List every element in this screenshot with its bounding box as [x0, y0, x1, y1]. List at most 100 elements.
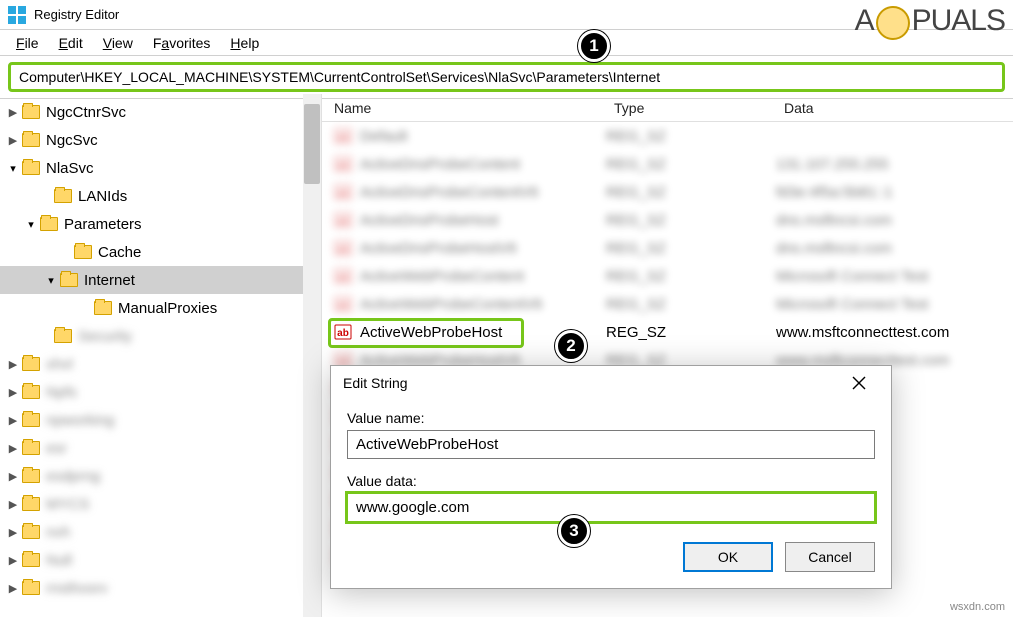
tree-label: MYCS: [46, 496, 89, 513]
chevron-down-icon[interactable]: ▾: [44, 274, 58, 287]
dialog-title-bar[interactable]: Edit String: [331, 366, 891, 400]
svg-text:ab: ab: [337, 300, 349, 311]
folder-icon: [22, 161, 40, 175]
chevron-right-icon[interactable]: ▶: [6, 442, 20, 455]
close-button[interactable]: [839, 368, 879, 398]
tree-item-lanids[interactable]: LANIds: [0, 182, 321, 210]
tree-item-blurred[interactable]: Security: [0, 322, 321, 350]
value-data-label: Value data:: [347, 473, 875, 489]
logo-text: A: [855, 4, 874, 38]
logo-text: PUALS: [912, 4, 1005, 38]
list-row[interactable]: abActiveWebProbeContentREG_SZMicrosoft C…: [322, 262, 1013, 290]
string-value-icon: ab: [334, 267, 352, 285]
chevron-right-icon[interactable]: ▶: [6, 134, 20, 147]
string-value-icon: ab: [334, 211, 352, 229]
tree-item-blurred[interactable]: ▶nvh: [0, 518, 321, 546]
value-type: REG_SZ: [606, 212, 776, 229]
tree-label: esdprng: [46, 468, 100, 485]
list-row[interactable]: abActiveDnsProbeContentREG_SZ131.107.255…: [322, 150, 1013, 178]
tree-label: npworking: [46, 412, 114, 429]
svg-text:ab: ab: [337, 272, 349, 283]
appuals-logo: A PUALS: [855, 4, 1005, 38]
folder-icon: [54, 189, 72, 203]
list-row[interactable]: abActiveDnsProbeHostV6REG_SZdns.msftncsi…: [322, 234, 1013, 262]
tree-label: NgcCtnrSvc: [46, 104, 126, 121]
list-header: Name Type Data: [322, 94, 1013, 122]
menu-edit[interactable]: Edit: [49, 33, 93, 53]
tree-item-blurred[interactable]: ▶ Npfs: [0, 378, 321, 406]
value-data: dns.msftncsi.com: [776, 212, 1013, 229]
tree-label: Cache: [98, 244, 141, 261]
col-header-type[interactable]: Type: [614, 100, 784, 116]
tree-item-blurred[interactable]: ▶Null: [0, 546, 321, 574]
tree-item-blurred[interactable]: ▶ npworking: [0, 406, 321, 434]
tree-item-blurred[interactable]: ▶xhvl: [0, 350, 321, 378]
value-name-input[interactable]: [347, 430, 875, 459]
address-bar[interactable]: Computer\HKEY_LOCAL_MACHINE\SYSTEM\Curre…: [8, 62, 1005, 92]
tree-item-internet[interactable]: ▾Internet: [0, 266, 321, 294]
chevron-right-icon[interactable]: ▶: [6, 498, 20, 511]
list-row[interactable]: abActiveWebProbeContentV6REG_SZMicrosoft…: [322, 290, 1013, 318]
value-data: www.msftconnecttest.com: [776, 324, 1013, 341]
chevron-down-icon[interactable]: ▾: [24, 218, 38, 231]
chevron-right-icon[interactable]: ▶: [6, 582, 20, 595]
ok-button[interactable]: OK: [683, 542, 773, 572]
tree-item-blurred[interactable]: ▶ MYCS: [0, 490, 321, 518]
menu-favorites[interactable]: Favorites: [143, 33, 221, 53]
folder-icon: [22, 413, 40, 427]
chevron-right-icon[interactable]: ▶: [6, 386, 20, 399]
menu-file[interactable]: File: [6, 33, 49, 53]
chevron-right-icon[interactable]: ▶: [6, 526, 20, 539]
value-type: REG_SZ: [606, 324, 776, 341]
chevron-right-icon[interactable]: ▶: [6, 106, 20, 119]
col-header-name[interactable]: Name: [334, 100, 614, 116]
col-header-data[interactable]: Data: [784, 100, 1013, 116]
list-row[interactable]: abDefaultREG_SZ: [322, 122, 1013, 150]
tree-item-cache[interactable]: Cache: [0, 238, 321, 266]
list-row[interactable]: ab ActiveDnsProbeHost REG_SZdns.msftncsi.c…: [322, 206, 1013, 234]
folder-icon: [22, 357, 40, 371]
chevron-right-icon[interactable]: ▶: [6, 470, 20, 483]
tree-scrollbar[interactable]: [303, 94, 321, 617]
tree-item-nlasvc[interactable]: ▾NlaSvc: [0, 154, 321, 182]
menu-view[interactable]: View: [93, 33, 143, 53]
value-data-input[interactable]: [347, 493, 875, 522]
folder-icon: [22, 105, 40, 119]
window-title: Registry Editor: [34, 7, 119, 22]
scrollbar-thumb[interactable]: [304, 104, 320, 184]
callout-badge-2: 2: [555, 330, 587, 362]
chevron-right-icon[interactable]: ▶: [6, 554, 20, 567]
value-name: ActiveDnsProbeHostV6: [360, 240, 517, 257]
value-type: REG_SZ: [606, 128, 776, 145]
value-type: REG_SZ: [606, 156, 776, 173]
chevron-down-icon[interactable]: ▾: [6, 162, 20, 175]
tree-item-parameters[interactable]: ▾ Parameters: [0, 210, 321, 238]
chevron-right-icon[interactable]: ▶: [6, 358, 20, 371]
chevron-right-icon[interactable]: ▶: [6, 414, 20, 427]
callout-badge-3: 3: [558, 515, 590, 547]
address-bar-wrap: Computer\HKEY_LOCAL_MACHINE\SYSTEM\Curre…: [0, 56, 1013, 99]
menu-favorites-label: vorites: [169, 35, 210, 51]
tree-item-blurred[interactable]: ▶rnsthosrv: [0, 574, 321, 602]
tree-item-manualproxies[interactable]: ManualProxies: [0, 294, 321, 322]
list-row[interactable]: abActiveDnsProbeContentV6REG_SZfd3e:4f5a…: [322, 178, 1013, 206]
close-icon: [852, 376, 866, 390]
value-name: ActiveDnsProbeHost: [360, 212, 498, 229]
tree-pane[interactable]: ▶ NgcCtnrSvc ▶NgcSvc ▾NlaSvc LANIds ▾ Para…: [0, 94, 322, 617]
svg-text:ab: ab: [337, 216, 349, 227]
tree-label: ManualProxies: [118, 300, 217, 317]
folder-icon: [40, 217, 58, 231]
folder-icon: [54, 329, 72, 343]
tree-item-blurred[interactable]: ▶ esdprng: [0, 462, 321, 490]
tree-item-blurred[interactable]: ▶esr: [0, 434, 321, 462]
tree-item-ngccntrsvc[interactable]: ▶ NgcCtnrSvc: [0, 98, 321, 126]
tree-label: Parameters: [64, 216, 142, 233]
folder-icon: [22, 581, 40, 595]
folder-icon: [22, 469, 40, 483]
folder-icon: [94, 301, 112, 315]
cancel-button[interactable]: Cancel: [785, 542, 875, 572]
callout-badge-1: 1: [578, 30, 610, 62]
menu-help[interactable]: Help: [220, 33, 269, 53]
tree-label: Npfs: [46, 384, 77, 401]
tree-item-ngcsvc[interactable]: ▶NgcSvc: [0, 126, 321, 154]
